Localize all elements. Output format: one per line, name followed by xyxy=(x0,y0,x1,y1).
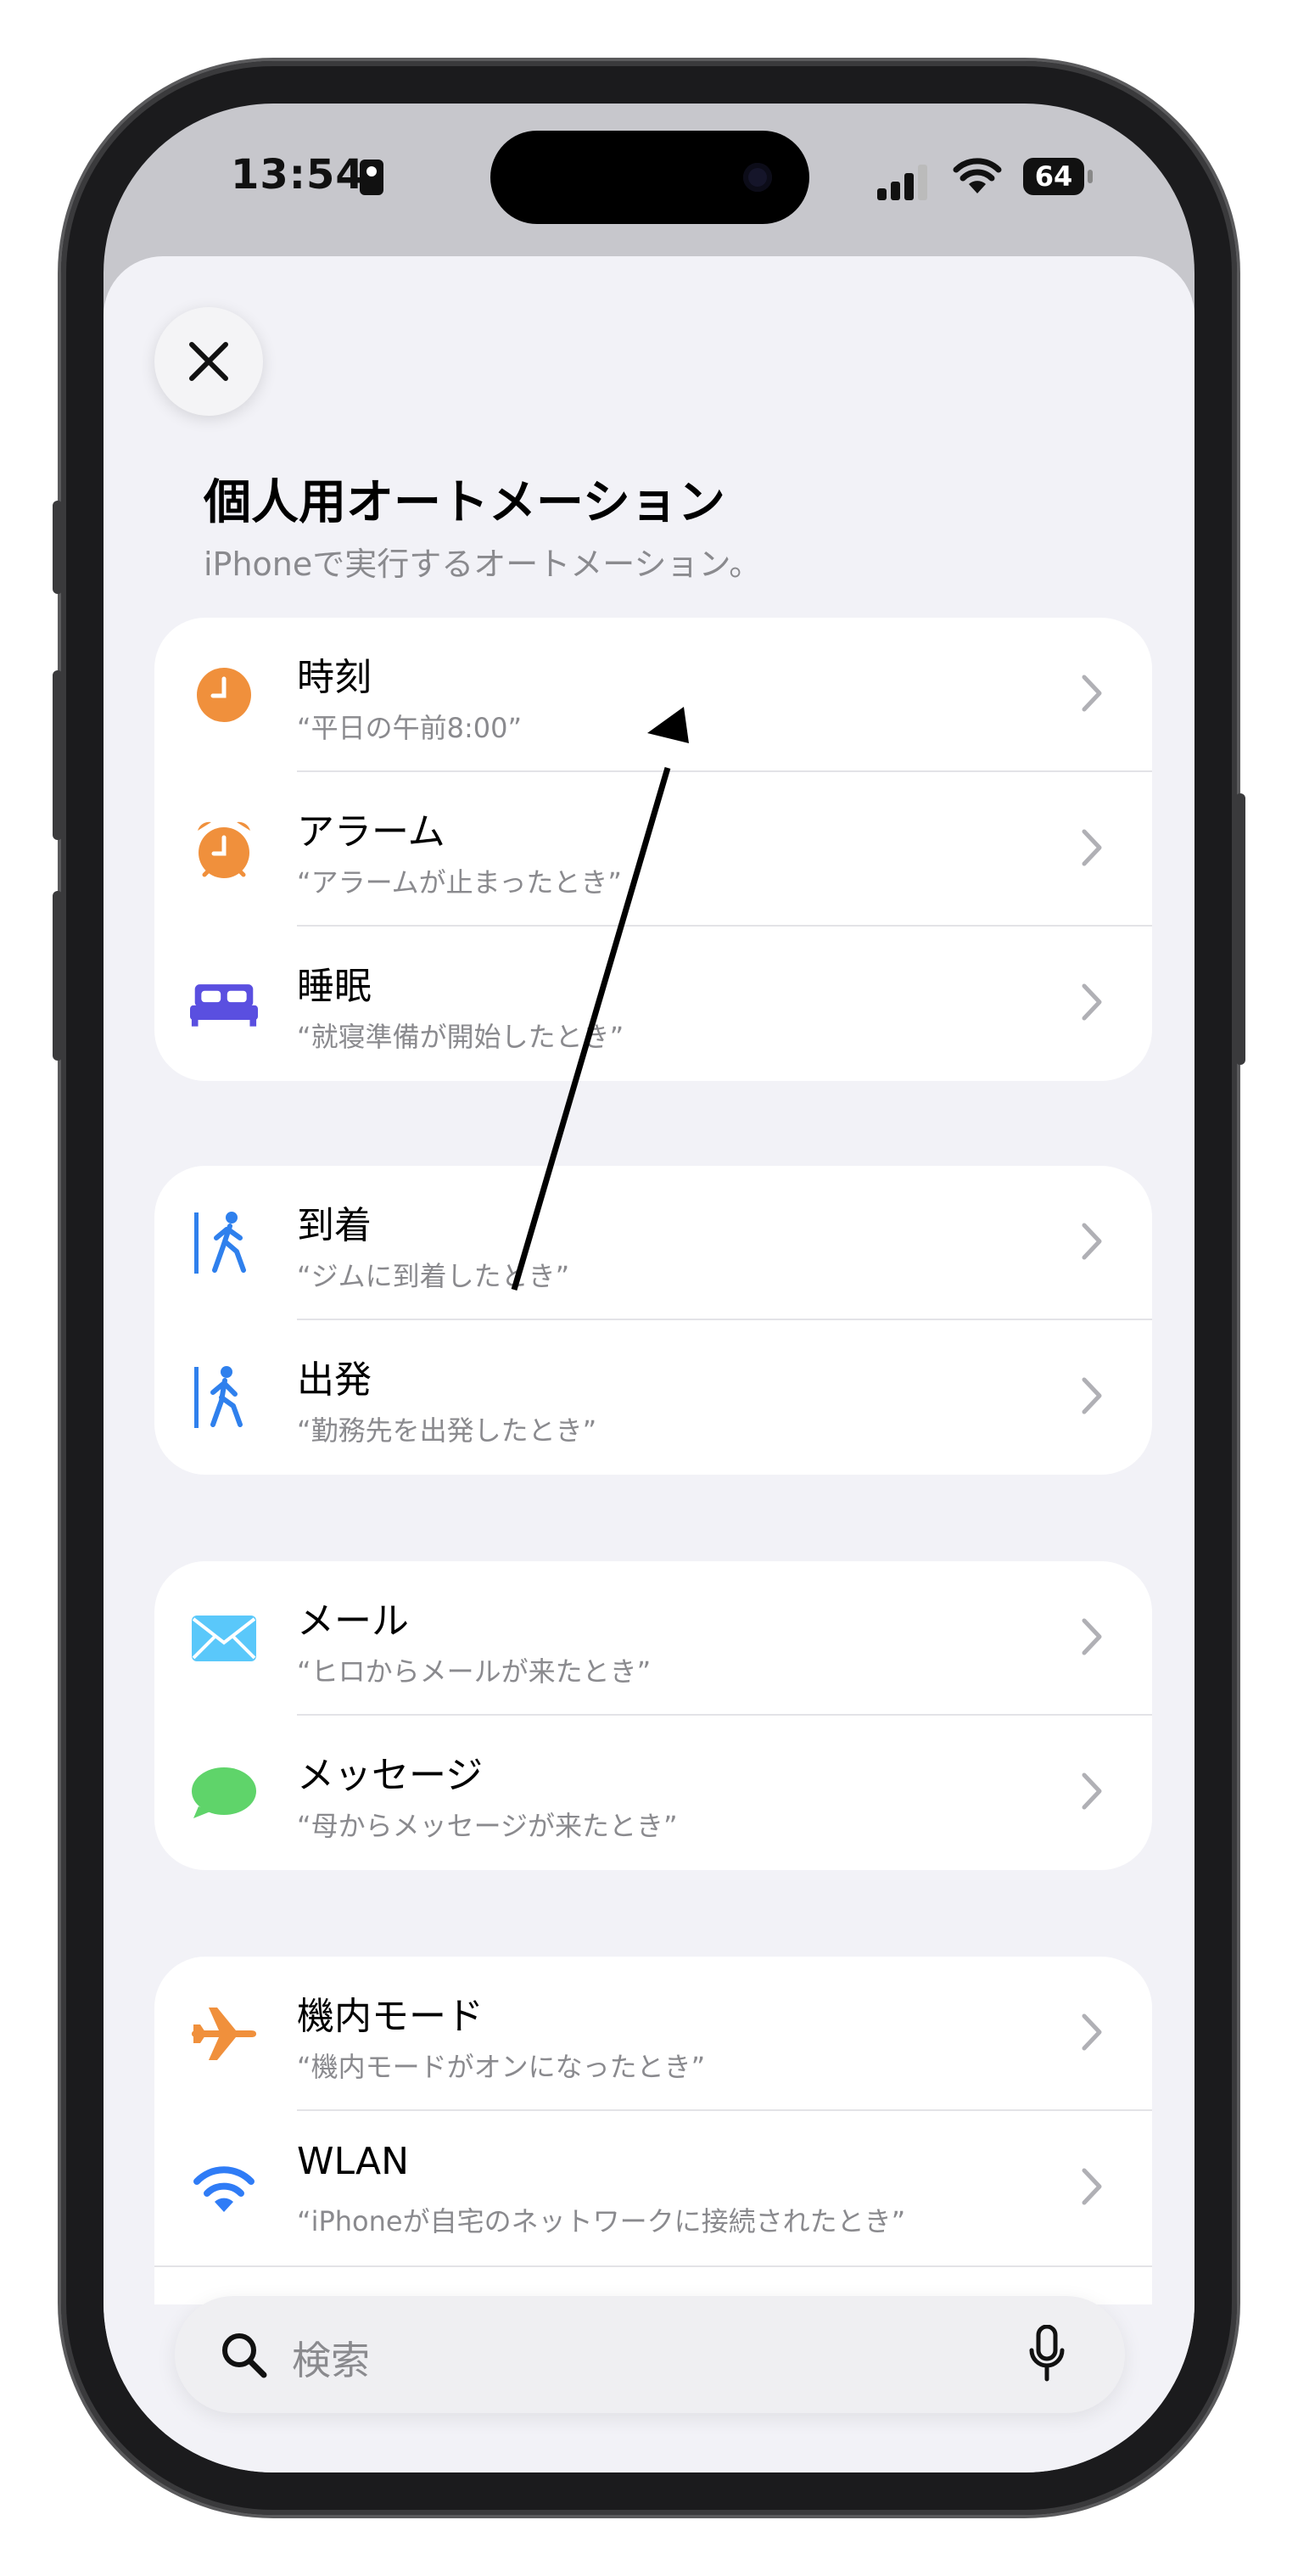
alarm-icon xyxy=(190,819,258,880)
chevron-right-icon xyxy=(1082,1772,1102,1810)
status-time: 13:54 xyxy=(231,151,365,199)
bed-icon xyxy=(190,973,258,1034)
volume-up-button xyxy=(53,670,63,840)
trigger-row-mail[interactable]: メール “ヒロからメールが来たとき” xyxy=(154,1561,1152,1716)
row-subtitle: “アラームが止まったとき” xyxy=(297,866,622,899)
row-subtitle: “機内モードがオンになったとき” xyxy=(297,2051,706,2083)
chevron-right-icon xyxy=(1082,1377,1102,1414)
trigger-group-settings: 機内モード “機内モードがオンになったとき” WLAN “iPhoneが自宅のネ… xyxy=(154,1957,1152,2304)
microphone-icon[interactable] xyxy=(1028,2325,1066,2383)
wifi-status-icon xyxy=(953,158,1002,193)
trigger-row-time[interactable]: 時刻 “平日の午前8:00” xyxy=(154,618,1152,772)
screen: 13:54 64 個人用オートメーション iPhoneで実行するオートメーション… xyxy=(104,104,1194,2472)
chevron-right-icon xyxy=(1082,829,1102,866)
mail-icon xyxy=(190,1608,258,1669)
volume-down-button xyxy=(53,891,63,1061)
cellular-signal-icon xyxy=(877,161,937,200)
trigger-group-time: 時刻 “平日の午前8:00” アラーム “アラームが止まったとき” 睡眠 “就寝… xyxy=(154,618,1152,1081)
trigger-group-communication: メール “ヒロからメールが来たとき” メッセージ “母からメッセージが来たとき” xyxy=(154,1561,1152,1870)
airplane-icon xyxy=(190,2003,258,2064)
row-subtitle: “就寝準備が開始したとき” xyxy=(297,1021,624,1053)
row-subtitle: “iPhoneが自宅のネットワークに接続されたとき” xyxy=(297,2205,906,2237)
chevron-right-icon xyxy=(1082,983,1102,1021)
walk-arrive-icon xyxy=(190,1212,258,1274)
row-title: 時刻 xyxy=(297,656,372,699)
row-title: アラーム xyxy=(297,810,445,854)
automation-sheet: 個人用オートメーション iPhoneで実行するオートメーション。 時刻 “平日の… xyxy=(104,256,1194,2472)
row-title: メール xyxy=(297,1599,409,1643)
trigger-row-leave[interactable]: 出発 “勤務先を出発したとき” xyxy=(154,1320,1152,1475)
row-title: メッセージ xyxy=(297,1754,484,1797)
row-subtitle: “平日の午前8:00” xyxy=(297,712,523,744)
trigger-row-wlan[interactable]: WLAN “iPhoneが自宅のネットワークに接続されたとき” xyxy=(154,2111,1152,2267)
chevron-right-icon xyxy=(1082,1618,1102,1655)
row-title: 機内モード xyxy=(297,1995,484,2038)
battery-icon: 64 xyxy=(1023,158,1093,195)
contact-card-icon xyxy=(360,160,383,195)
walk-leave-icon xyxy=(190,1366,258,1428)
page-subtitle: iPhoneで実行するオートメーション。 xyxy=(204,546,762,583)
row-title: 出発 xyxy=(297,1358,372,1402)
search-icon xyxy=(222,2333,267,2378)
wifi-icon xyxy=(190,2158,258,2219)
camera-icon xyxy=(743,163,772,192)
trigger-row-airplane-mode[interactable]: 機内モード “機内モードがオンになったとき” xyxy=(154,1957,1152,2111)
search-placeholder: 検索 xyxy=(292,2338,370,2383)
chevron-right-icon xyxy=(1082,2013,1102,2051)
trigger-row-message[interactable]: メッセージ “母からメッセージが来たとき” xyxy=(154,1716,1152,1870)
trigger-row-sleep[interactable]: 睡眠 “就寝準備が開始したとき” xyxy=(154,927,1152,1081)
action-button xyxy=(53,501,63,594)
trigger-group-location: 到着 “ジムに到着したとき” 出発 “勤務先を出発したとき” xyxy=(154,1166,1152,1475)
page-title: 個人用オートメーション xyxy=(204,475,725,530)
trigger-row-alarm[interactable]: アラーム “アラームが止まったとき” xyxy=(154,772,1152,927)
row-title: 睡眠 xyxy=(297,965,372,1008)
chevron-right-icon xyxy=(1082,1223,1102,1260)
close-icon xyxy=(189,342,228,381)
dynamic-island xyxy=(490,131,809,224)
message-icon xyxy=(190,1762,258,1823)
chevron-right-icon xyxy=(1082,2168,1102,2205)
search-field[interactable]: 検索 xyxy=(175,2296,1125,2413)
status-bar: 13:54 64 xyxy=(104,104,1194,256)
row-title: WLAN xyxy=(297,2140,410,2183)
chevron-right-icon xyxy=(1082,675,1102,712)
row-title: 到着 xyxy=(297,1204,372,1247)
row-subtitle: “ジムに到着したとき” xyxy=(297,1260,570,1292)
close-button[interactable] xyxy=(154,307,263,416)
row-subtitle: “勤務先を出発したとき” xyxy=(297,1414,597,1447)
clock-icon xyxy=(190,664,258,725)
row-subtitle: “母からメッセージが来たとき” xyxy=(297,1810,678,1842)
row-subtitle: “ヒロからメールが来たとき” xyxy=(297,1655,652,1688)
power-button xyxy=(1235,793,1245,1065)
trigger-row-arrive[interactable]: 到着 “ジムに到着したとき” xyxy=(154,1166,1152,1320)
